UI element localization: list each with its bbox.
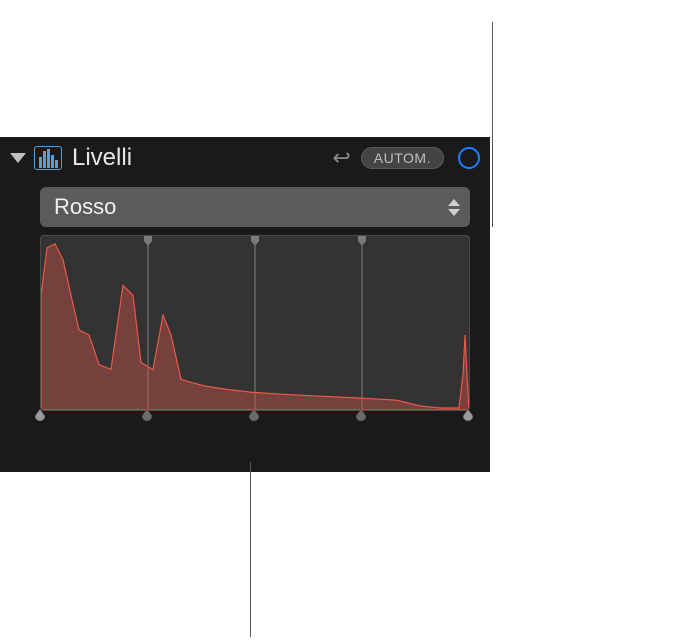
levels-icon xyxy=(34,146,62,170)
callout-line-slider xyxy=(250,462,251,637)
levels-slider-handle-4[interactable] xyxy=(461,409,475,427)
popup-stepper-icon xyxy=(448,199,460,216)
undo-icon[interactable]: ↩ xyxy=(332,145,350,171)
auto-button[interactable]: AUTOM. xyxy=(361,147,444,169)
channel-popup-button[interactable]: Rosso xyxy=(40,187,470,227)
levels-slider-handle-0[interactable] xyxy=(33,409,47,427)
levels-slider-track[interactable] xyxy=(40,411,470,435)
enable-toggle-icon[interactable] xyxy=(458,147,480,169)
callout-line-dropdown xyxy=(492,22,493,227)
histogram-display xyxy=(40,235,470,411)
histogram-svg xyxy=(41,236,469,410)
levels-panel: Livelli ↩ AUTOM. Rosso xyxy=(0,137,490,472)
disclosure-triangle-icon[interactable] xyxy=(10,153,26,163)
panel-header: Livelli ↩ AUTOM. xyxy=(0,137,490,179)
levels-slider-handle-3[interactable] xyxy=(354,409,368,427)
levels-slider-handle-2[interactable] xyxy=(247,409,261,427)
channel-selected-label: Rosso xyxy=(54,194,448,220)
levels-slider-handle-1[interactable] xyxy=(140,409,154,427)
panel-title: Livelli xyxy=(72,144,326,172)
